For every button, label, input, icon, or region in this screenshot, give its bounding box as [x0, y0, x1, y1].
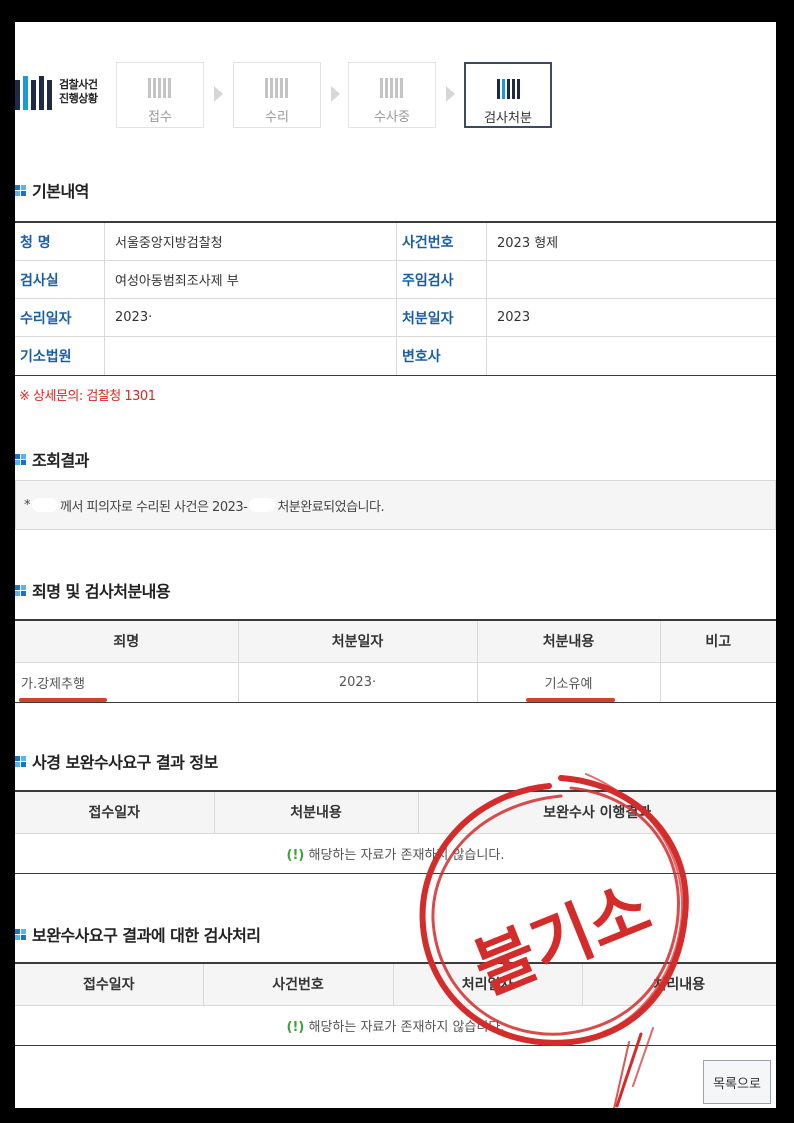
basic-info-title: 기본내역	[32, 182, 89, 201]
info-value: 2023	[497, 310, 531, 325]
remarks	[660, 662, 776, 703]
case-progress-logo: 검찰사건 진행상황	[15, 76, 105, 116]
arrow-right-icon	[331, 86, 340, 102]
info-value	[487, 337, 776, 375]
column-header: 죄명	[15, 619, 239, 663]
result-text-a: 께서 피의자로 수리된 사건은 2023-	[60, 499, 248, 515]
arrow-right-icon	[214, 86, 223, 102]
step-investigating: 수사중	[348, 62, 436, 128]
charge-name: 가.강제추행	[15, 662, 239, 703]
table-header-row: 접수일자 사건번호 처리일자 처리내용	[15, 962, 776, 1006]
charges-heading: 죄명 및 검사처분내용	[15, 578, 171, 602]
info-label: 주임검사	[397, 261, 487, 298]
charge-underline	[19, 698, 107, 702]
charges-title: 죄명 및 검사처분내용	[32, 582, 171, 601]
column-header: 접수일자	[15, 962, 204, 1006]
inquiry-result-title: 조회결과	[32, 451, 89, 470]
column-header: 비고	[660, 619, 776, 663]
disposition-content: 기소유예	[477, 662, 661, 703]
info-value: 2023·	[105, 299, 397, 336]
step-prosecutor-disposition: 검사처분	[464, 62, 552, 128]
section-square-icon	[15, 453, 26, 465]
section-square-icon	[15, 584, 26, 596]
progress-tracker: 검찰사건 진행상황 접수 수리 수사중 검사처분	[15, 62, 575, 132]
police-supplement-title: 사경 보완수사요구 결과 정보	[32, 753, 218, 772]
column-header: 보완수사 이행결과	[418, 790, 776, 834]
back-to-list-button[interactable]: 목록으로	[703, 1060, 771, 1104]
basic-info-table: 청 명 서울중앙지방검찰청 사건번호 2023 형제 검사실 여성아동범죄조사제…	[15, 221, 776, 376]
case-status-page: 검찰사건 진행상황 접수 수리 수사중 검사처분 기본내역 청 명 서울중앙지방…	[15, 22, 776, 1108]
column-header: 처분내용	[214, 790, 419, 834]
empty-row: (!) 해당하는 자료가 존재하지 않습니다.	[15, 1005, 776, 1046]
column-header: 처분일자	[238, 619, 478, 663]
empty-text: 해당하는 자료가 존재하지 않습니다.	[308, 1019, 505, 1035]
info-label: 청 명	[15, 223, 105, 260]
column-header: 처리일자	[393, 962, 583, 1006]
empty-mark: (!)	[286, 847, 305, 863]
inquiry-notice: ※ 상세문의: 검찰청 1301	[19, 389, 156, 404]
info-value	[105, 337, 397, 375]
table-row: (!) 해당하는 자료가 존재하지 않습니다.	[15, 833, 776, 874]
step-bars-icon	[148, 78, 171, 98]
logo-line-2: 진행상황	[59, 92, 98, 105]
column-header: 처리내용	[582, 962, 776, 1006]
info-label: 검사실	[15, 261, 105, 298]
basic-info-heading: 기본내역	[15, 178, 89, 202]
info-row: 청 명 서울중앙지방검찰청 사건번호 2023 형제	[15, 223, 776, 261]
column-header: 사건번호	[203, 962, 394, 1006]
info-value: 서울중앙지방검찰청	[105, 223, 397, 260]
info-label: 변호사	[397, 337, 487, 375]
empty-row: (!) 해당하는 자료가 존재하지 않습니다.	[15, 833, 776, 874]
logo-line-1: 검찰사건	[59, 78, 98, 91]
prosecutor-processing-table: 접수일자 사건번호 처리일자 처리내용 (!) 해당하는 자료가 존재하지 않습…	[15, 962, 776, 1046]
step-accepted: 수리	[233, 62, 321, 128]
prosecutor-processing-title: 보완수사요구 결과에 대한 검사처리	[32, 926, 261, 945]
redacted-date	[249, 498, 276, 512]
step-bars-icon	[265, 78, 288, 98]
table-header-row: 접수일자 처분내용 보완수사 이행결과	[15, 790, 776, 834]
step-received: 접수	[116, 62, 204, 128]
section-square-icon	[15, 184, 26, 196]
result-prefix: *	[24, 497, 31, 513]
step-label: 접수	[148, 110, 172, 125]
info-label: 수리일자	[15, 299, 105, 336]
disposition-date: 2023·	[238, 662, 478, 703]
inquiry-result-heading: 조회결과	[15, 447, 89, 471]
step-label: 수사중	[374, 110, 410, 125]
step-label: 수리	[265, 110, 289, 125]
disposition-underline	[526, 698, 615, 702]
info-label: 기소법원	[15, 337, 105, 375]
step-bars-icon	[497, 79, 520, 99]
section-square-icon	[15, 928, 26, 940]
inquiry-result-box: * 께서 피의자로 수리된 사건은 2023- 처분완료되었습니다.	[15, 480, 776, 530]
info-label: 사건번호	[397, 223, 487, 260]
empty-mark: (!)	[286, 1019, 305, 1035]
step-label: 검사처분	[484, 111, 532, 126]
table-row: (!) 해당하는 자료가 존재하지 않습니다.	[15, 1005, 776, 1046]
info-row: 검사실 여성아동범죄조사제 부 주임검사	[15, 261, 776, 299]
info-row: 수리일자 2023· 처분일자 2023	[15, 299, 776, 337]
police-supplement-heading: 사경 보완수사요구 결과 정보	[15, 749, 218, 773]
info-value: 여성아동범죄조사제 부	[105, 261, 397, 298]
redacted-name	[32, 498, 58, 512]
result-text-b: 처분완료되었습니다.	[277, 499, 385, 515]
step-bars-icon	[380, 78, 403, 98]
info-value: 2023 형제	[497, 236, 559, 251]
column-header: 접수일자	[15, 790, 215, 834]
info-row: 기소법원 변호사	[15, 337, 776, 375]
arrow-right-icon	[446, 86, 455, 102]
table-header-row: 죄명 처분일자 처분내용 비고	[15, 619, 776, 663]
table-row: 가.강제추행 2023· 기소유예	[15, 662, 776, 703]
column-header: 처분내용	[477, 619, 661, 663]
prosecutor-processing-heading: 보완수사요구 결과에 대한 검사처리	[15, 922, 261, 946]
empty-text: 해당하는 자료가 존재하지 않습니다.	[308, 847, 505, 863]
charges-table: 죄명 처분일자 처분내용 비고 가.강제추행 2023· 기소유예	[15, 619, 776, 703]
section-square-icon	[15, 755, 26, 767]
info-value	[487, 261, 776, 298]
info-label: 처분일자	[397, 299, 487, 336]
logo-bars-icon	[15, 76, 52, 110]
police-supplement-table: 접수일자 처분내용 보완수사 이행결과 (!) 해당하는 자료가 존재하지 않습…	[15, 790, 776, 874]
